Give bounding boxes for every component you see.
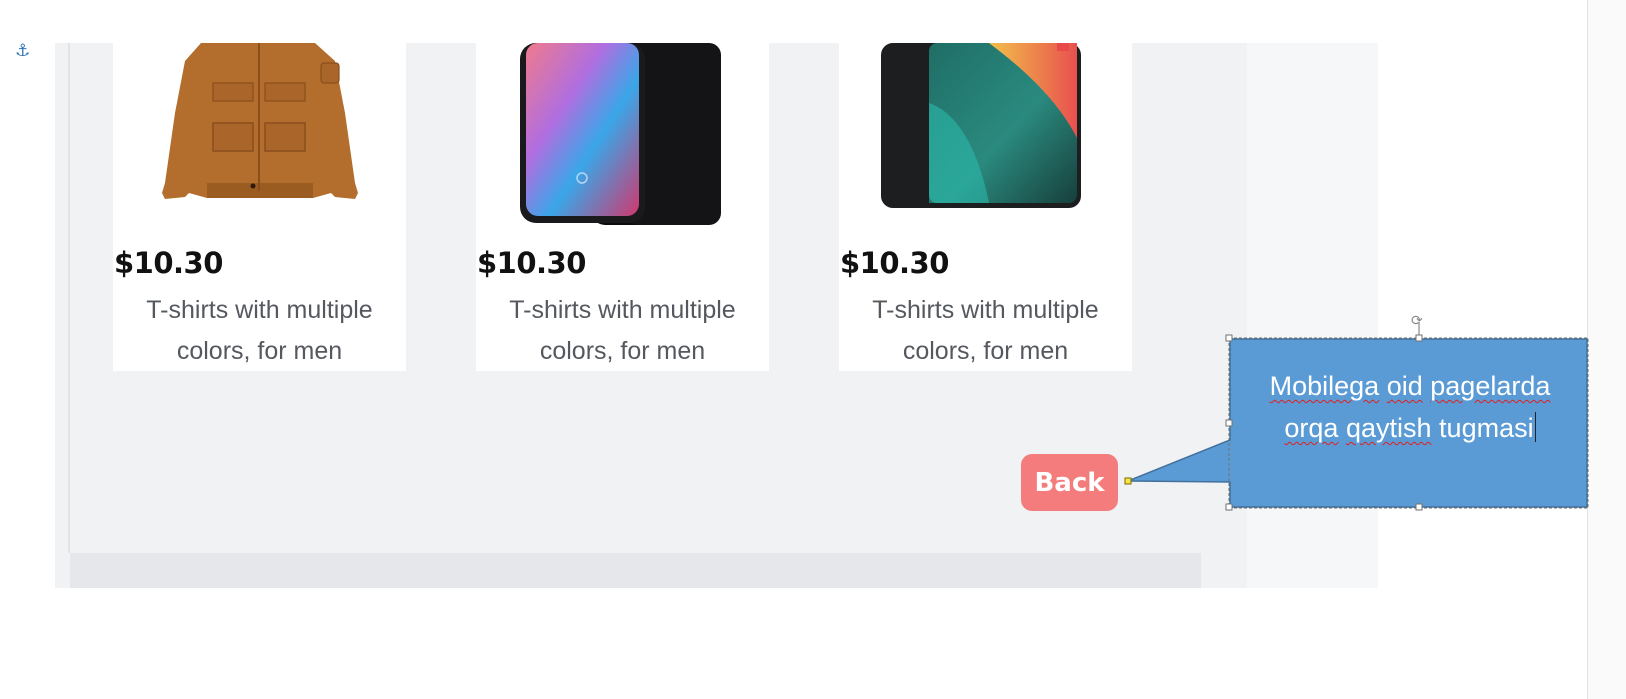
jacket-image <box>162 43 358 199</box>
callout-word: oid <box>1386 371 1423 401</box>
back-button[interactable]: Back <box>1021 454 1118 511</box>
product-card[interactable]: $10.30 T-shirts with multiple colors, fo… <box>839 43 1132 371</box>
frame-left-border <box>68 43 70 553</box>
footer-bar <box>70 553 1201 588</box>
callout-text-line-1: Mobilega oid pagelarda <box>1233 365 1587 407</box>
callout-word: Mobilega <box>1269 371 1380 401</box>
document-right-edge <box>1587 0 1626 699</box>
product-description: T-shirts with multiple colors, for men <box>146 296 373 365</box>
product-price: $10.30 <box>840 246 949 280</box>
anchor-icon[interactable]: ⚓ <box>15 41 30 61</box>
product-description: T-shirts with multiple colors, for men <box>509 296 736 365</box>
callout-word: pagelarda <box>1430 371 1551 401</box>
callout-word: qaytish <box>1345 413 1432 443</box>
callout-text[interactable]: Mobilega oid pagelarda orqa qaytish tugm… <box>1233 365 1587 449</box>
tablet-image <box>881 43 1081 208</box>
text-caret <box>1534 412 1536 442</box>
smartphone-image <box>520 43 721 225</box>
product-card[interactable]: $10.30 T-shirts with multiple colors, fo… <box>476 43 769 371</box>
pasted-screenshot[interactable]: $10.30 T-shirts with multiple colors, fo… <box>55 43 1378 588</box>
right-sidebar-panel <box>1247 43 1378 588</box>
callout-text-line-2: orqa qaytish tugmasi <box>1233 407 1587 449</box>
product-card[interactable]: $10.30 T-shirts with multiple colors, fo… <box>113 43 406 371</box>
product-price: $10.30 <box>114 246 223 280</box>
product-price: $10.30 <box>477 246 586 280</box>
callout-word: tugmasi <box>1439 413 1534 443</box>
callout-word: orqa <box>1284 413 1339 443</box>
rotate-handle-icon[interactable]: ⟳ <box>1411 313 1423 329</box>
product-description: T-shirts with multiple colors, for men <box>872 296 1099 365</box>
